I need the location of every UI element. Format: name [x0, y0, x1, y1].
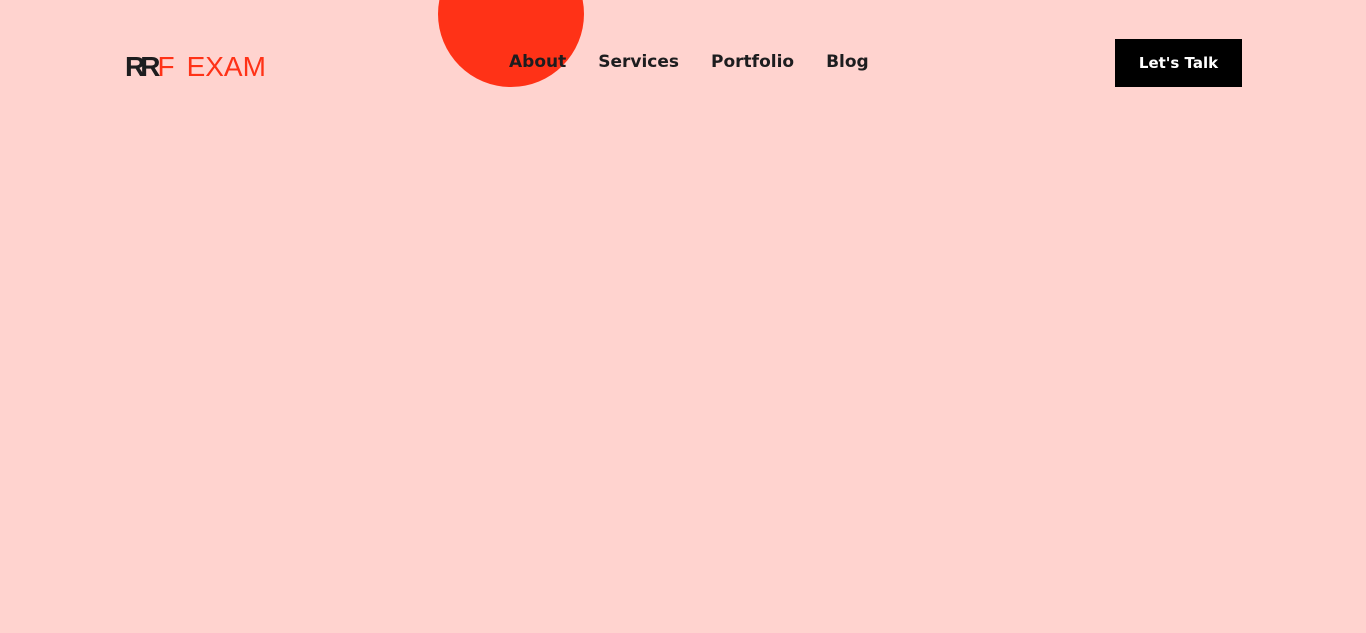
main-navigation: About Services Portfolio Blog	[509, 50, 869, 74]
nav-link-portfolio[interactable]: Portfolio	[711, 50, 794, 74]
lets-talk-button[interactable]: Let's Talk	[1115, 39, 1242, 87]
site-header: RRF EXAM About Services Portfolio Blog L…	[0, 0, 1366, 120]
logo-text: EXAM	[186, 51, 266, 82]
nav-link-about[interactable]: About	[509, 50, 566, 74]
page: RRF EXAM About Services Portfolio Blog L…	[0, 0, 1366, 633]
logo-mark: RRF	[125, 50, 175, 84]
logo-mark-letters: RR	[125, 51, 161, 82]
site-logo[interactable]: RRF EXAM	[125, 50, 266, 84]
nav-link-services[interactable]: Services	[598, 50, 679, 74]
nav-link-blog[interactable]: Blog	[826, 50, 869, 74]
logo-mark-accent: F	[157, 51, 175, 82]
